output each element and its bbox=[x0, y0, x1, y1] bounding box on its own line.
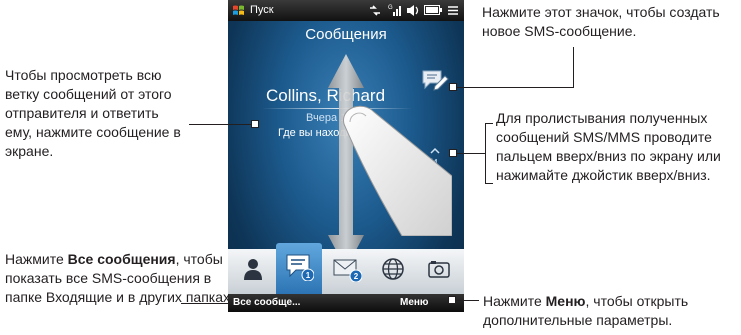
annotation-menu-pre: Нажмите bbox=[483, 293, 546, 309]
bottom-tab-bar: 1 2 bbox=[228, 243, 464, 294]
envelope-icon: 2 bbox=[332, 256, 363, 287]
finger-icon bbox=[332, 96, 453, 241]
annotation-new-sms: Нажмите этот значок, чтобы создать новое… bbox=[482, 4, 720, 39]
windows-logo-icon[interactable] bbox=[232, 4, 245, 17]
callout-menu-h bbox=[452, 300, 479, 301]
tab-camera[interactable] bbox=[416, 249, 462, 294]
callout-new-sms-v bbox=[573, 47, 574, 88]
sms-icon: 1 bbox=[284, 251, 315, 286]
email-badge: 2 bbox=[354, 272, 359, 281]
tab-internet[interactable] bbox=[370, 249, 416, 294]
tab-contacts[interactable] bbox=[230, 249, 276, 294]
callout-new-sms-h bbox=[454, 87, 574, 88]
person-icon bbox=[242, 257, 264, 286]
callout-thread-dot bbox=[251, 120, 259, 128]
annotation-scroll: Для пролистывания полученных сообщений S… bbox=[496, 110, 721, 183]
start-label[interactable]: Пуск bbox=[250, 4, 274, 16]
annotation-all-messages: Нажмите Все сообщения, чтобы показать вс… bbox=[5, 250, 235, 307]
volume-icon bbox=[406, 4, 420, 20]
svg-text:G: G bbox=[388, 5, 393, 11]
callout-scroll-v bbox=[485, 123, 486, 184]
callout-scroll-top bbox=[485, 123, 493, 124]
annotation-menu: Нажмите Меню, чтобы открыть дополнительн… bbox=[483, 292, 738, 330]
all-messages-softkey[interactable]: Все сообще... bbox=[233, 297, 300, 308]
page-title: Сообщения bbox=[305, 26, 387, 43]
phone-screen: Пуск G Сообщения Collins, Richard Вчера … bbox=[228, 0, 464, 312]
connectivity-icon bbox=[368, 4, 382, 20]
callout-scroll-bot bbox=[485, 183, 493, 184]
title-bar: Сообщения bbox=[228, 21, 464, 45]
annotation-all-messages-pre: Нажмите bbox=[5, 251, 68, 267]
battery-icon bbox=[424, 5, 442, 18]
annotation-all-messages-bold: Все сообщения bbox=[67, 251, 176, 267]
softkey-bar: Все сообще... Меню bbox=[228, 294, 464, 312]
annotation-menu-bold: Меню bbox=[545, 293, 586, 309]
callout-menu-dot bbox=[448, 296, 456, 304]
settings-icon[interactable] bbox=[447, 5, 459, 19]
new-sms-icon[interactable] bbox=[421, 68, 449, 94]
callout-thread-h bbox=[189, 124, 251, 125]
callout-scroll-h bbox=[453, 153, 485, 154]
sms-badge: 1 bbox=[306, 271, 311, 280]
signal-icon: G bbox=[388, 3, 402, 20]
tab-email[interactable]: 2 bbox=[324, 249, 370, 294]
callout-new-sms-dot bbox=[449, 83, 457, 91]
menu-softkey[interactable]: Меню bbox=[400, 297, 428, 308]
globe-icon bbox=[381, 257, 405, 286]
camera-icon bbox=[427, 259, 451, 284]
annotation-view-thread: Чтобы просмотреть всю ветку сообщений от… bbox=[5, 67, 181, 159]
callout-scroll-dot bbox=[449, 149, 457, 157]
callout-all-messages-h bbox=[181, 303, 229, 304]
status-bar: Пуск G bbox=[228, 0, 464, 21]
tab-messages[interactable]: 1 bbox=[276, 243, 322, 294]
